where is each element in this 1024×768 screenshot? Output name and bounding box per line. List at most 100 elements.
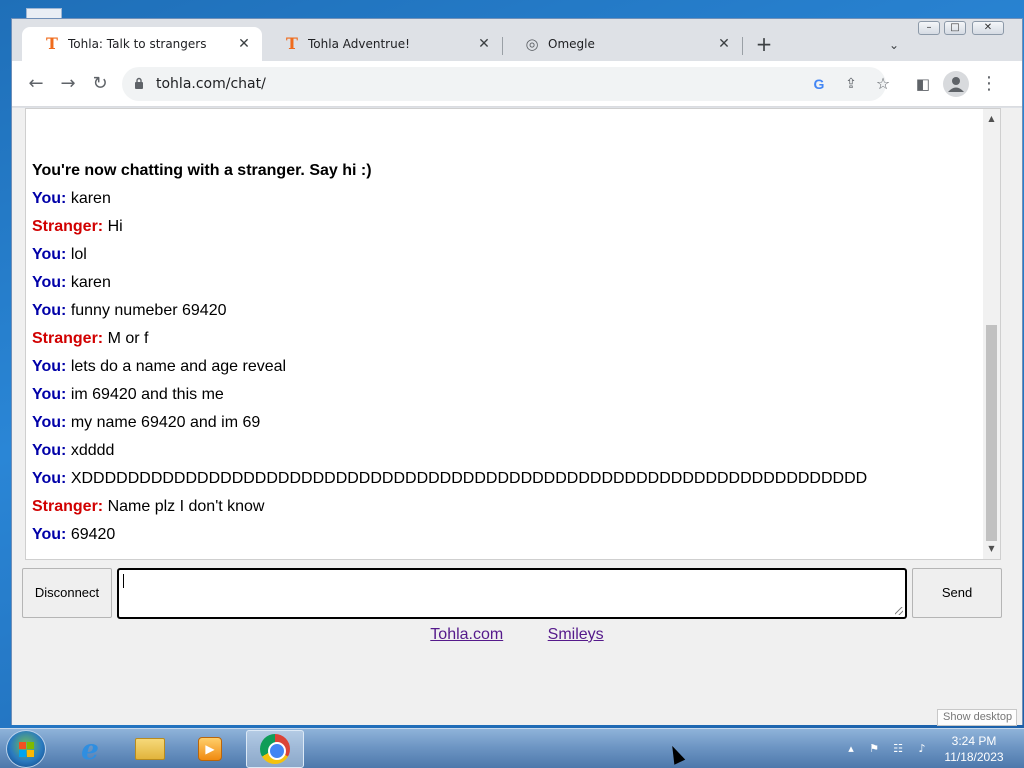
volume-muted-icon[interactable]: ♪ [914,741,930,757]
you-label: You: [32,358,67,375]
resize-grip-icon[interactable] [895,607,903,615]
tab-title: Tohla Adventrue! [308,37,410,51]
you-label: You: [32,386,67,403]
show-hidden-icons-chevron-icon[interactable]: ▴ [843,741,859,757]
tab-strip: T Tohla: Talk to strangers ✕ T Tohla Adv… [12,19,1022,61]
message-text: Hi [107,218,123,235]
message-text: karen [70,274,111,291]
chat-message: You: my name 69420 and im 69 [32,409,980,437]
clock-date: 11/18/2023 [944,750,1004,764]
chat-message: Stranger: Hi [32,213,980,241]
tohla-home-link[interactable]: Tohla.com [430,626,503,643]
new-tab-button[interactable]: + [752,33,776,57]
close-window-button[interactable]: ✕ [972,21,1004,35]
chat-message: You: im 69420 and this me [32,381,980,409]
message-input[interactable] [117,568,907,619]
windows-logo-icon [19,742,34,757]
smileys-link[interactable]: Smileys [548,626,604,643]
share-icon[interactable]: ⇪ [840,73,862,95]
message-text: lol [70,246,87,263]
you-label: You: [32,246,67,263]
lock-icon[interactable] [134,77,144,90]
windows-taskbar: e ▶ ▴ ⚑ ☷ ♪ 3:24 PM 11/18/2023 [0,728,1024,768]
scroll-thumb[interactable] [986,325,997,541]
message-text: im 69420 and this me [70,386,224,403]
you-label: You: [32,274,67,291]
stranger-label: Stranger: [32,498,104,515]
forward-arrow-icon[interactable]: → [54,70,82,98]
taskbar-clock[interactable]: 3:24 PM 11/18/2023 [938,733,1010,765]
you-label: You: [32,470,67,487]
you-label: You: [32,526,67,543]
url-text[interactable]: tohla.com/chat/ [156,76,266,92]
tohla-logo-icon: T [46,34,58,53]
message-text: Name plz I don't know [107,498,265,515]
internet-explorer-icon: e [81,732,99,766]
message-text: funny numeber 69420 [70,302,227,319]
text-caret [123,574,124,588]
side-panel-icon[interactable]: ◧ [910,71,936,97]
browser-window: T Tohla: Talk to strangers ✕ T Tohla Adv… [11,18,1023,725]
message-text: lets do a name and age reveal [70,358,287,375]
tab-title: Tohla: Talk to strangers [68,37,207,51]
close-tab-icon[interactable]: ✕ [236,36,252,52]
scroll-down-arrow-icon[interactable]: ▼ [983,541,1000,557]
browser-toolbar: ← → ↻ tohla.com/chat/ G ⇪ ☆ ◧ ⋮ [12,61,1022,107]
page-content: You're now chatting with a stranger. Say… [12,108,1022,725]
chat-message: Stranger: Name plz I don't know [32,493,980,521]
tab-omegle[interactable]: ◎ Omegle ✕ [502,27,742,61]
address-bar[interactable]: tohla.com/chat/ G ⇪ ☆ [122,67,890,101]
chat-message: Stranger: M or f [32,325,980,353]
tab-tohla-chat[interactable]: T Tohla: Talk to strangers ✕ [22,27,262,61]
media-player-icon: ▶ [198,737,222,761]
start-button[interactable] [6,730,46,768]
network-icon[interactable]: ☷ [890,741,906,757]
tab-divider [742,37,743,55]
profile-avatar-icon[interactable] [943,71,969,97]
stranger-label: Stranger: [32,218,104,235]
tab-search-chevron-icon[interactable]: ⌄ [882,33,906,57]
close-tab-icon[interactable]: ✕ [716,36,732,52]
chat-status-message: You're now chatting with a stranger. Say… [32,162,372,179]
taskbar-media-player[interactable]: ▶ [181,730,239,768]
tohla-logo-icon: T [286,34,298,53]
clock-time: 3:24 PM [951,734,997,748]
stranger-label: Stranger: [32,330,104,347]
chat-controls: Disconnect Send [22,568,1004,620]
message-text: xdddd [70,442,115,459]
back-arrow-icon[interactable]: ← [22,70,50,98]
chat-message: You: 69420 [32,521,980,549]
reload-icon[interactable]: ↻ [86,70,114,98]
you-label: You: [32,190,67,207]
disconnect-button[interactable]: Disconnect [22,568,112,618]
globe-icon: ◎ [525,35,539,53]
tab-tohla-adventure[interactable]: T Tohla Adventrue! ✕ [262,27,502,61]
chat-message: You: lets do a name and age reveal [32,353,980,381]
action-center-flag-icon[interactable]: ⚑ [866,741,882,757]
chat-message: You: karen [32,185,980,213]
taskbar-internet-explorer[interactable]: e [61,730,119,768]
show-desktop-tooltip: Show desktop [937,709,1017,726]
close-tab-icon[interactable]: ✕ [476,36,492,52]
bookmark-star-icon[interactable]: ☆ [872,73,894,95]
taskbar-windows-explorer[interactable] [121,730,179,768]
maximize-button[interactable]: □ [944,21,966,35]
you-label: You: [32,414,67,431]
menu-kebab-icon[interactable]: ⋮ [976,71,1002,97]
chrome-icon [260,734,290,764]
scroll-up-arrow-icon[interactable]: ▲ [983,111,1000,127]
minimize-button[interactable]: – [918,21,940,35]
message-text: 69420 [70,526,116,543]
chat-message: You: xdddd [32,437,980,465]
chat-scrollbar[interactable]: ▲ ▼ [983,109,1000,559]
you-label: You: [32,442,67,459]
footer-links: Tohla.com Smileys [12,626,1022,644]
chat-message: You: lol [32,241,980,269]
taskbar-google-chrome[interactable] [246,730,304,768]
message-list: You're now chatting with a stranger. Say… [32,157,980,549]
chat-message: You: karen [32,269,980,297]
chat-message: You: XDDDDDDDDDDDDDDDDDDDDDDDDDDDDDDDDDD… [32,465,980,493]
google-lens-icon[interactable]: G [808,73,830,95]
message-text: M or f [107,330,149,347]
send-button[interactable]: Send [912,568,1002,618]
